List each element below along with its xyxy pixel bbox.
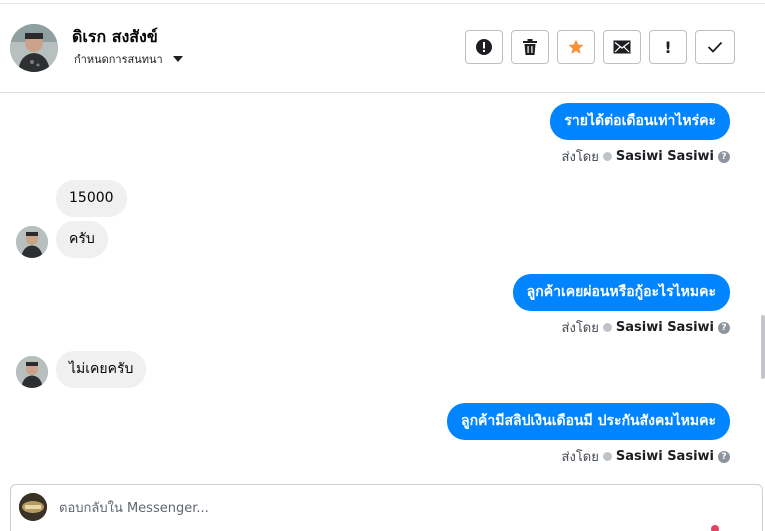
help-icon[interactable]: ?	[718, 150, 730, 163]
help-icon[interactable]: ?	[718, 321, 730, 334]
outgoing-message: ลูกค้าเคยผ่อนหรือกู้อะไรไหมคะ	[512, 274, 730, 311]
unread-button[interactable]	[603, 30, 641, 64]
notification-dot	[711, 525, 719, 531]
envelope-icon	[613, 40, 631, 54]
outgoing-message: รายได้ต่อเดือนเท่าไหร่คะ	[550, 103, 730, 140]
scrollbar[interactable]	[761, 315, 765, 379]
sent-by-label: ส่งโดย	[561, 150, 599, 165]
page-avatar	[19, 493, 47, 521]
incoming-message: ไม่เคยครับ	[56, 351, 147, 388]
sender-name: Sasiwi Sasiwi	[615, 149, 714, 164]
page-icon	[602, 452, 612, 461]
page-icon	[602, 323, 612, 332]
reply-input[interactable]	[59, 495, 699, 521]
message-thread[interactable]: รายได้ต่อเดือนเท่าไหร่คะ ส่งโดย Sasiwi S…	[0, 93, 765, 481]
trash-icon	[523, 39, 537, 55]
assign-label: กำหนดการสนทนา	[74, 53, 163, 66]
star-button[interactable]	[557, 30, 595, 64]
spam-button[interactable]	[465, 30, 503, 64]
contact-avatar[interactable]	[10, 24, 58, 72]
sender-name: Sasiwi Sasiwi	[615, 449, 714, 464]
incoming-message: ครับ	[56, 221, 108, 258]
outgoing-message: ลูกค้ามีสลิปเงินเดือนมี ประกันสังคมไหมคะ	[446, 403, 730, 440]
page-icon	[602, 152, 612, 161]
incoming-message: 15000	[56, 180, 127, 217]
contact-name: ดิเรก สงสังข์	[72, 27, 158, 46]
check-icon	[707, 41, 723, 53]
follow-up-button[interactable]: !	[649, 30, 687, 64]
action-toolbar: !	[465, 30, 735, 64]
contact-avatar-small	[16, 226, 48, 258]
sent-by-label: ส่งโดย	[561, 450, 599, 465]
done-button[interactable]	[695, 30, 735, 64]
assign-conversation-dropdown[interactable]: กำหนดการสนทนา	[74, 50, 183, 68]
sender-name: Sasiwi Sasiwi	[615, 320, 714, 335]
contact-avatar-small	[16, 356, 48, 388]
help-icon[interactable]: ?	[718, 450, 730, 463]
messenger-inbox: ดิเรก สงสังข์ กำหนดการสนทนา ! รายได้ต่อเ…	[0, 0, 765, 531]
exclamation-icon: !	[664, 37, 672, 57]
sent-by-label: ส่งโดย	[561, 321, 599, 336]
star-icon	[568, 39, 584, 54]
sent-by-note: ส่งโดย Sasiwi Sasiwi ?	[562, 317, 730, 338]
reply-composer	[10, 484, 763, 531]
sent-by-note: ส่งโดย Sasiwi Sasiwi ?	[562, 146, 730, 167]
delete-button[interactable]	[511, 30, 549, 64]
exclamation-circle-icon	[476, 39, 492, 55]
conversation-header: ดิเรก สงสังข์ กำหนดการสนทนา !	[0, 4, 765, 93]
sent-by-note: ส่งโดย Sasiwi Sasiwi ?	[562, 446, 730, 467]
caret-down-icon	[172, 56, 183, 62]
